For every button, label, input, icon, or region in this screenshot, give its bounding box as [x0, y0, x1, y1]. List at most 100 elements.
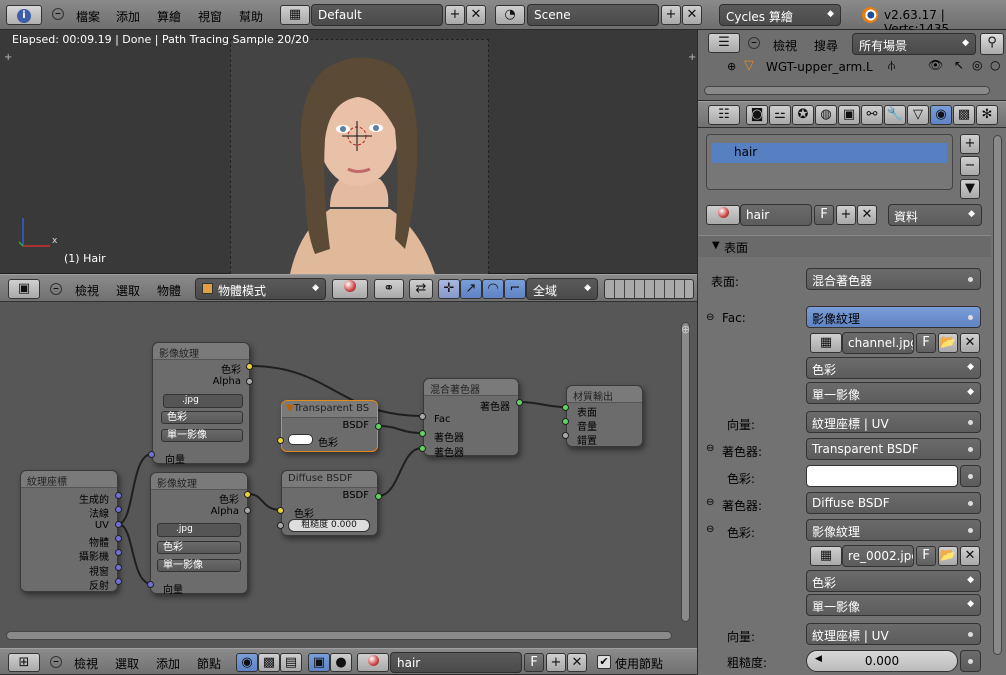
viewport-shading-button[interactable]: [332, 279, 368, 299]
shader-nodes-icon[interactable]: ◉: [236, 653, 258, 672]
3d-viewport[interactable]: Elapsed: 00:09.19 | Done | Path Tracing …: [0, 30, 697, 274]
manipulator-toggle-button[interactable]: ⇄: [409, 279, 433, 299]
render-layers-tab-icon[interactable]: ⚍: [769, 105, 791, 125]
collapse-circle-icon[interactable]: ⊖: [706, 312, 714, 323]
scene-icon-button[interactable]: ◔: [495, 5, 525, 25]
fake-user-button[interactable]: F: [916, 333, 936, 353]
socket-window-out[interactable]: [115, 564, 122, 571]
horizontal-scrollbar[interactable]: [6, 631, 672, 640]
socket-uv-out[interactable]: [115, 521, 122, 528]
fac-color-space-select[interactable]: 色彩 ◆: [806, 357, 981, 379]
material-browse-button[interactable]: [706, 205, 740, 225]
search-icon[interactable]: ⚲: [980, 33, 1004, 55]
scale-icon[interactable]: ⌐: [504, 279, 526, 299]
render-engine-select[interactable]: Cycles 算繪 ◆: [719, 4, 841, 26]
socket-fac-in[interactable]: [419, 413, 426, 420]
roughness-link-button[interactable]: [960, 650, 981, 672]
socket-roughness-in[interactable]: [277, 522, 284, 529]
material-tab-icon[interactable]: ◉: [930, 105, 952, 125]
image-file-field[interactable]: .jpg: [163, 394, 243, 408]
world-shader-icon[interactable]: ●: [330, 653, 352, 672]
socket-color-in[interactable]: [277, 437, 284, 444]
material-link-select[interactable]: 資料 ◆: [888, 204, 982, 226]
add-material-button[interactable]: +: [836, 205, 856, 225]
viewport-editor-type-button[interactable]: ▣: [8, 279, 40, 299]
layer-buttons[interactable]: [604, 279, 694, 299]
menu-file[interactable]: 檔案: [76, 8, 100, 25]
color2-projection-select[interactable]: 單一影像 ◆: [806, 594, 981, 616]
compositing-nodes-icon[interactable]: ▤: [280, 653, 302, 672]
collapse-menu-icon[interactable]: –: [50, 655, 62, 668]
collapse-menu-icon[interactable]: –: [748, 36, 760, 49]
surface-shader-select[interactable]: 混合著色器: [806, 268, 981, 290]
remove-layout-button[interactable]: ✕: [466, 5, 486, 25]
projection-select[interactable]: 單一影像: [161, 429, 243, 442]
shader2-select[interactable]: Diffuse BSDF: [806, 492, 981, 514]
layout-icon-button[interactable]: ▦: [280, 5, 310, 25]
fake-user-button[interactable]: F: [916, 546, 936, 566]
material-slots-list[interactable]: hair: [706, 134, 953, 190]
outliner-editor-type-button[interactable]: ☰: [708, 33, 740, 53]
socket-color-out[interactable]: [246, 363, 253, 370]
socket-camera-out[interactable]: [115, 549, 122, 556]
fac-link-select[interactable]: 影像紋理: [806, 306, 981, 328]
socket-object-out[interactable]: [115, 535, 122, 542]
open-image-icon[interactable]: 📂: [938, 333, 958, 353]
remove-material-button[interactable]: ✕: [567, 653, 587, 672]
menu-window[interactable]: 視窗: [198, 8, 222, 25]
object-shader-icon[interactable]: ▣: [308, 653, 330, 672]
unlink-image-button[interactable]: ✕: [960, 333, 980, 353]
collapse-menu-icon[interactable]: –: [52, 7, 64, 20]
outliner-item-label[interactable]: WGT-upper_arm.L: [766, 60, 873, 74]
data-tab-icon[interactable]: ▽: [907, 105, 929, 125]
image-browse-button[interactable]: ▦: [810, 546, 842, 566]
add-layout-button[interactable]: +: [445, 5, 465, 25]
viewport-plus-icon-right[interactable]: +: [688, 52, 696, 63]
remove-scene-button[interactable]: ✕: [682, 5, 702, 25]
menu-view[interactable]: 檢視: [74, 655, 98, 672]
menu-object[interactable]: 物體: [157, 282, 181, 299]
use-nodes-checkbox[interactable]: ✔: [597, 655, 611, 669]
image-browse-button[interactable]: ▦: [810, 333, 842, 353]
properties-editor-type-button[interactable]: ☷: [708, 105, 740, 125]
color-space-select[interactable]: 色彩: [161, 411, 243, 424]
object-mode-select[interactable]: 物體模式 ◆: [195, 278, 326, 300]
translate-icon[interactable]: ↗: [460, 279, 482, 299]
socket-shader-out[interactable]: [516, 399, 523, 406]
vertical-scrollbar[interactable]: [681, 322, 690, 622]
particles-tab-icon[interactable]: ✻: [976, 105, 998, 125]
info-editor-type-button[interactable]: i: [6, 5, 42, 25]
menu-add[interactable]: 添加: [116, 8, 140, 25]
socket-vector-in[interactable]: [147, 581, 154, 588]
menu-select[interactable]: 選取: [115, 655, 139, 672]
decrement-arrow-icon[interactable]: ◀: [815, 654, 822, 664]
color1-link-button[interactable]: [960, 465, 981, 487]
open-image-icon[interactable]: 📂: [938, 546, 958, 566]
roughness-slider[interactable]: ◀ 0.000: [806, 650, 958, 672]
menu-render[interactable]: 算繪: [157, 8, 181, 25]
node-editor-canvas[interactable]: 影像紋理 色彩 Alpha .jpg 色彩 單一影像 向量 影像紋理 色彩 Al…: [0, 302, 697, 648]
object-tab-icon[interactable]: ▣: [838, 105, 860, 125]
render-tab-icon[interactable]: ◙: [746, 105, 768, 125]
diffuse-bsdf-node[interactable]: Diffuse BSDF BSDF 色彩 粗糙度 0.000: [281, 470, 378, 536]
menu-select[interactable]: 選取: [116, 282, 140, 299]
socket-volume-in[interactable]: [562, 418, 569, 425]
expand-icon[interactable]: ⊕: [727, 60, 736, 73]
world-tab-icon[interactable]: ◍: [815, 105, 837, 125]
menu-view[interactable]: 檢視: [75, 282, 99, 299]
socket-surface-in[interactable]: [562, 404, 569, 411]
vector-link-select[interactable]: 紋理座標 | UV: [806, 411, 981, 433]
transparent-bsdf-node[interactable]: ▼Transparent BS BSDF 色彩: [281, 400, 378, 452]
projection-select[interactable]: 單一影像: [157, 559, 241, 572]
texture-nodes-icon[interactable]: ▩: [258, 653, 280, 672]
color-space-select[interactable]: 色彩: [157, 541, 241, 554]
socket-color-out[interactable]: [244, 491, 251, 498]
texture-tab-icon[interactable]: ▩: [953, 105, 975, 125]
fake-user-button[interactable]: F: [524, 653, 544, 672]
image-file-field[interactable]: channel.jpg: [842, 332, 914, 354]
socket-bsdf-out[interactable]: [375, 493, 382, 500]
image-file-field[interactable]: .jpg: [157, 523, 241, 537]
unlink-image-button[interactable]: ✕: [960, 546, 980, 566]
socket-normal-out[interactable]: [115, 506, 122, 513]
fake-user-button[interactable]: F: [814, 205, 834, 225]
